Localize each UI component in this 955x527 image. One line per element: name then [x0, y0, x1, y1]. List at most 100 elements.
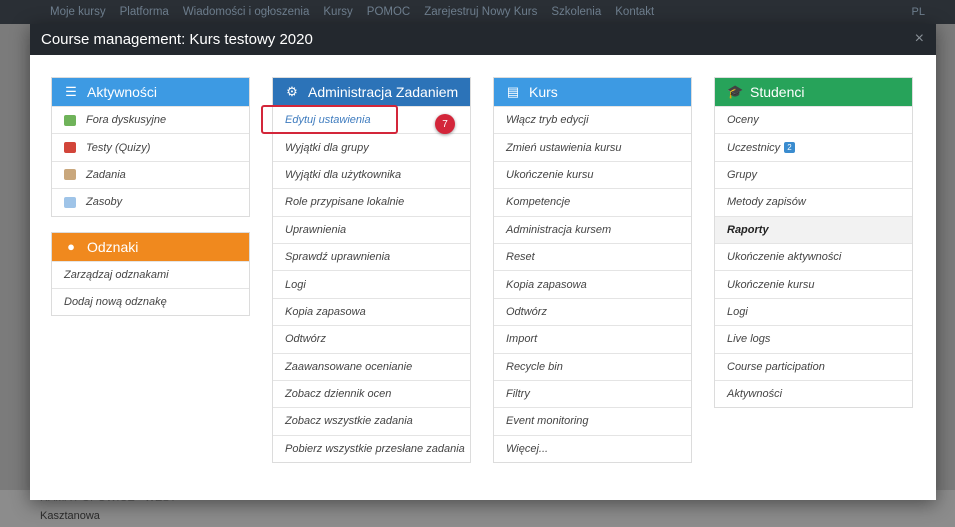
panel-administracja: ⚙ Administracja Zadaniem Edytuj ustawien… [272, 77, 471, 464]
item-label: Course participation [727, 360, 825, 373]
nav-pomoc[interactable]: POMOC [367, 6, 410, 18]
menu-item-fora[interactable]: Fora dyskusyjne [52, 106, 249, 133]
item-label: Zadania [86, 168, 126, 181]
menu-item-zarzadzaj-odznakami[interactable]: Zarządzaj odznakami [52, 260, 249, 288]
item-label: Reset [506, 251, 535, 264]
menu-item-logi-studenci[interactable]: Logi [715, 297, 912, 325]
step-marker: 7 [435, 114, 455, 134]
item-label: Filtry [506, 388, 530, 401]
menu-item-oceny[interactable]: Oceny [715, 106, 912, 133]
nav-kontakt[interactable]: Kontakt [615, 6, 654, 18]
nav-moje-kursy[interactable]: Moje kursy [50, 6, 106, 18]
item-label: Zobacz dziennik ocen [285, 388, 392, 401]
column-2: ⚙ Administracja Zadaniem Edytuj ustawien… [272, 77, 471, 478]
menu-item-kopia-zapasowa[interactable]: Kopia zapasowa [273, 297, 470, 325]
item-label: Odtwórz [506, 305, 547, 318]
nav-szkolenia[interactable]: Szkolenia [551, 6, 601, 18]
menu-item-testy[interactable]: Testy (Quizy) [52, 133, 249, 160]
item-label: Logi [285, 278, 306, 291]
menu-item-zadania[interactable]: Zadania [52, 160, 249, 188]
item-label: Live logs [727, 333, 771, 346]
language-selector[interactable]: PL [912, 6, 925, 18]
item-label: Fora dyskusyjne [86, 114, 167, 127]
item-label: Metody zapisów [727, 196, 806, 209]
item-label: Sprawdź uprawnienia [285, 251, 391, 264]
item-label: Włącz tryb edycji [506, 114, 589, 127]
menu-item-wiecej[interactable]: Więcej... [494, 434, 691, 462]
item-label: Zarządzaj odznakami [64, 268, 169, 281]
panel-header-kurs: ▤ Kurs [494, 78, 691, 106]
menu-item-role-lokalne[interactable]: Role przypisane lokalnie [273, 188, 470, 215]
item-label: Raporty [727, 223, 769, 236]
item-label: Uprawnienia [285, 223, 347, 236]
item-label: Kompetencje [506, 196, 571, 209]
item-label: Ukończenie kursu [506, 168, 594, 181]
menu-item-ukonczenie-aktywnosci[interactable]: Ukończenie aktywności [715, 242, 912, 270]
close-icon[interactable]: × [915, 30, 924, 48]
item-label: Odtwórz [285, 333, 326, 346]
menu-item-uprawnienia[interactable]: Uprawnienia [273, 215, 470, 243]
menu-item-wszystkie-zadania[interactable]: Zobacz wszystkie zadania [273, 407, 470, 434]
item-label: Więcej... [506, 442, 549, 455]
item-label: Oceny [727, 114, 759, 127]
menu-item-administracja-kursem[interactable]: Administracja kursem [494, 215, 691, 243]
menu-item-metody-zapisow[interactable]: Metody zapisów [715, 188, 912, 215]
item-label: Logi [727, 305, 748, 318]
menu-item-import[interactable]: Import [494, 325, 691, 352]
badge-icon: ● [67, 239, 75, 255]
panel-aktywnosci: ☰ Aktywności Fora dyskusyjne Testy (Quiz… [51, 77, 250, 217]
nav-zarejestruj[interactable]: Zarejestruj Nowy Kurs [424, 6, 537, 18]
menu-item-dziennik-ocen[interactable]: Zobacz dziennik ocen [273, 379, 470, 407]
menu-item-course-participation[interactable]: Course participation [715, 352, 912, 380]
menu-item-ustawienia-kursu[interactable]: Zmień ustawienia kursu [494, 133, 691, 160]
menu-item-kompetencje[interactable]: Kompetencje [494, 188, 691, 215]
menu-item-ukonczenie-kursu-studenci[interactable]: Ukończenie kursu [715, 270, 912, 297]
menu-item-dodaj-odznake[interactable]: Dodaj nową odznakę [52, 287, 249, 315]
menu-item-aktywnosci-studenci[interactable]: Aktywności [715, 379, 912, 407]
item-label: Edytuj ustawienia [285, 114, 371, 127]
item-label: Uczestnicy [727, 141, 781, 154]
modal-title: Course management: Kurs testowy 2020 [41, 31, 313, 48]
menu-item-odtworz-kurs[interactable]: Odtwórz [494, 297, 691, 325]
panel-title: Odznaki [87, 238, 139, 255]
panel-title: Studenci [750, 84, 805, 100]
menu-item-ukonczenie-kursu[interactable]: Ukończenie kursu [494, 160, 691, 188]
item-label: Zmień ustawienia kursu [506, 141, 622, 154]
menu-item-uczestnicy[interactable]: Uczestnicy 2 [715, 133, 912, 160]
menu-item-zasoby[interactable]: Zasoby [52, 188, 249, 215]
menu-item-sprawdz-uprawnienia[interactable]: Sprawdź uprawnienia [273, 242, 470, 270]
menu-item-recycle-bin[interactable]: Recycle bin [494, 352, 691, 380]
column-1: ☰ Aktywności Fora dyskusyjne Testy (Quiz… [51, 77, 250, 331]
menu-item-pobierz-zadania[interactable]: Pobierz wszystkie przesłane zadania [273, 434, 470, 462]
item-label: Zaawansowane ocenianie [285, 360, 413, 373]
menu-item-kopia-zapasowa-kurs[interactable]: Kopia zapasowa [494, 270, 691, 297]
modal-header: Course management: Kurs testowy 2020 × [30, 24, 936, 55]
item-label: Ukończenie aktywności [727, 251, 842, 264]
menu-item-zaawansowane-ocenianie[interactable]: Zaawansowane ocenianie [273, 352, 470, 380]
menu-item-wyjatki-grupy[interactable]: Wyjątki dla grupy [273, 133, 470, 160]
panel-title: Administracja Zadaniem [308, 84, 459, 100]
menu-item-wyjatki-uzytkownika[interactable]: Wyjątki dla użytkownika [273, 160, 470, 188]
nav-wiadomosci[interactable]: Wiadomości i ogłoszenia [183, 6, 310, 18]
gears-icon: ⚙ [286, 84, 298, 99]
menu-item-event-monitoring[interactable]: Event monitoring [494, 407, 691, 434]
item-label: Import [506, 333, 538, 346]
menu-item-odtworz[interactable]: Odtwórz [273, 325, 470, 352]
menu-item-reset[interactable]: Reset [494, 242, 691, 270]
menu-item-grupy[interactable]: Grupy [715, 160, 912, 188]
menu-item-filtry[interactable]: Filtry [494, 379, 691, 407]
nav-platforma[interactable]: Platforma [120, 6, 169, 18]
course-management-modal: Course management: Kurs testowy 2020 × ☰… [30, 24, 936, 500]
column-3: ▤ Kurs Włącz tryb edycji Zmień ustawieni… [493, 77, 692, 478]
menu-item-logi[interactable]: Logi [273, 270, 470, 297]
menu-item-live-logs[interactable]: Live logs [715, 325, 912, 352]
item-label: Pobierz wszystkie przesłane zadania [285, 442, 465, 455]
menu-item-tryb-edycji[interactable]: Włącz tryb edycji [494, 106, 691, 133]
item-label: Wyjątki dla grupy [285, 141, 369, 154]
menu-item-raporty[interactable]: Raporty [715, 215, 912, 243]
item-label: Ukończenie kursu [727, 278, 815, 291]
panel-title: Kurs [529, 84, 558, 100]
count-badge: 2 [784, 142, 795, 154]
nav-kursy[interactable]: Kursy [323, 6, 352, 18]
column-4: 🎓 Studenci Oceny Uczestnicy 2 Grupy Metod… [714, 77, 913, 423]
